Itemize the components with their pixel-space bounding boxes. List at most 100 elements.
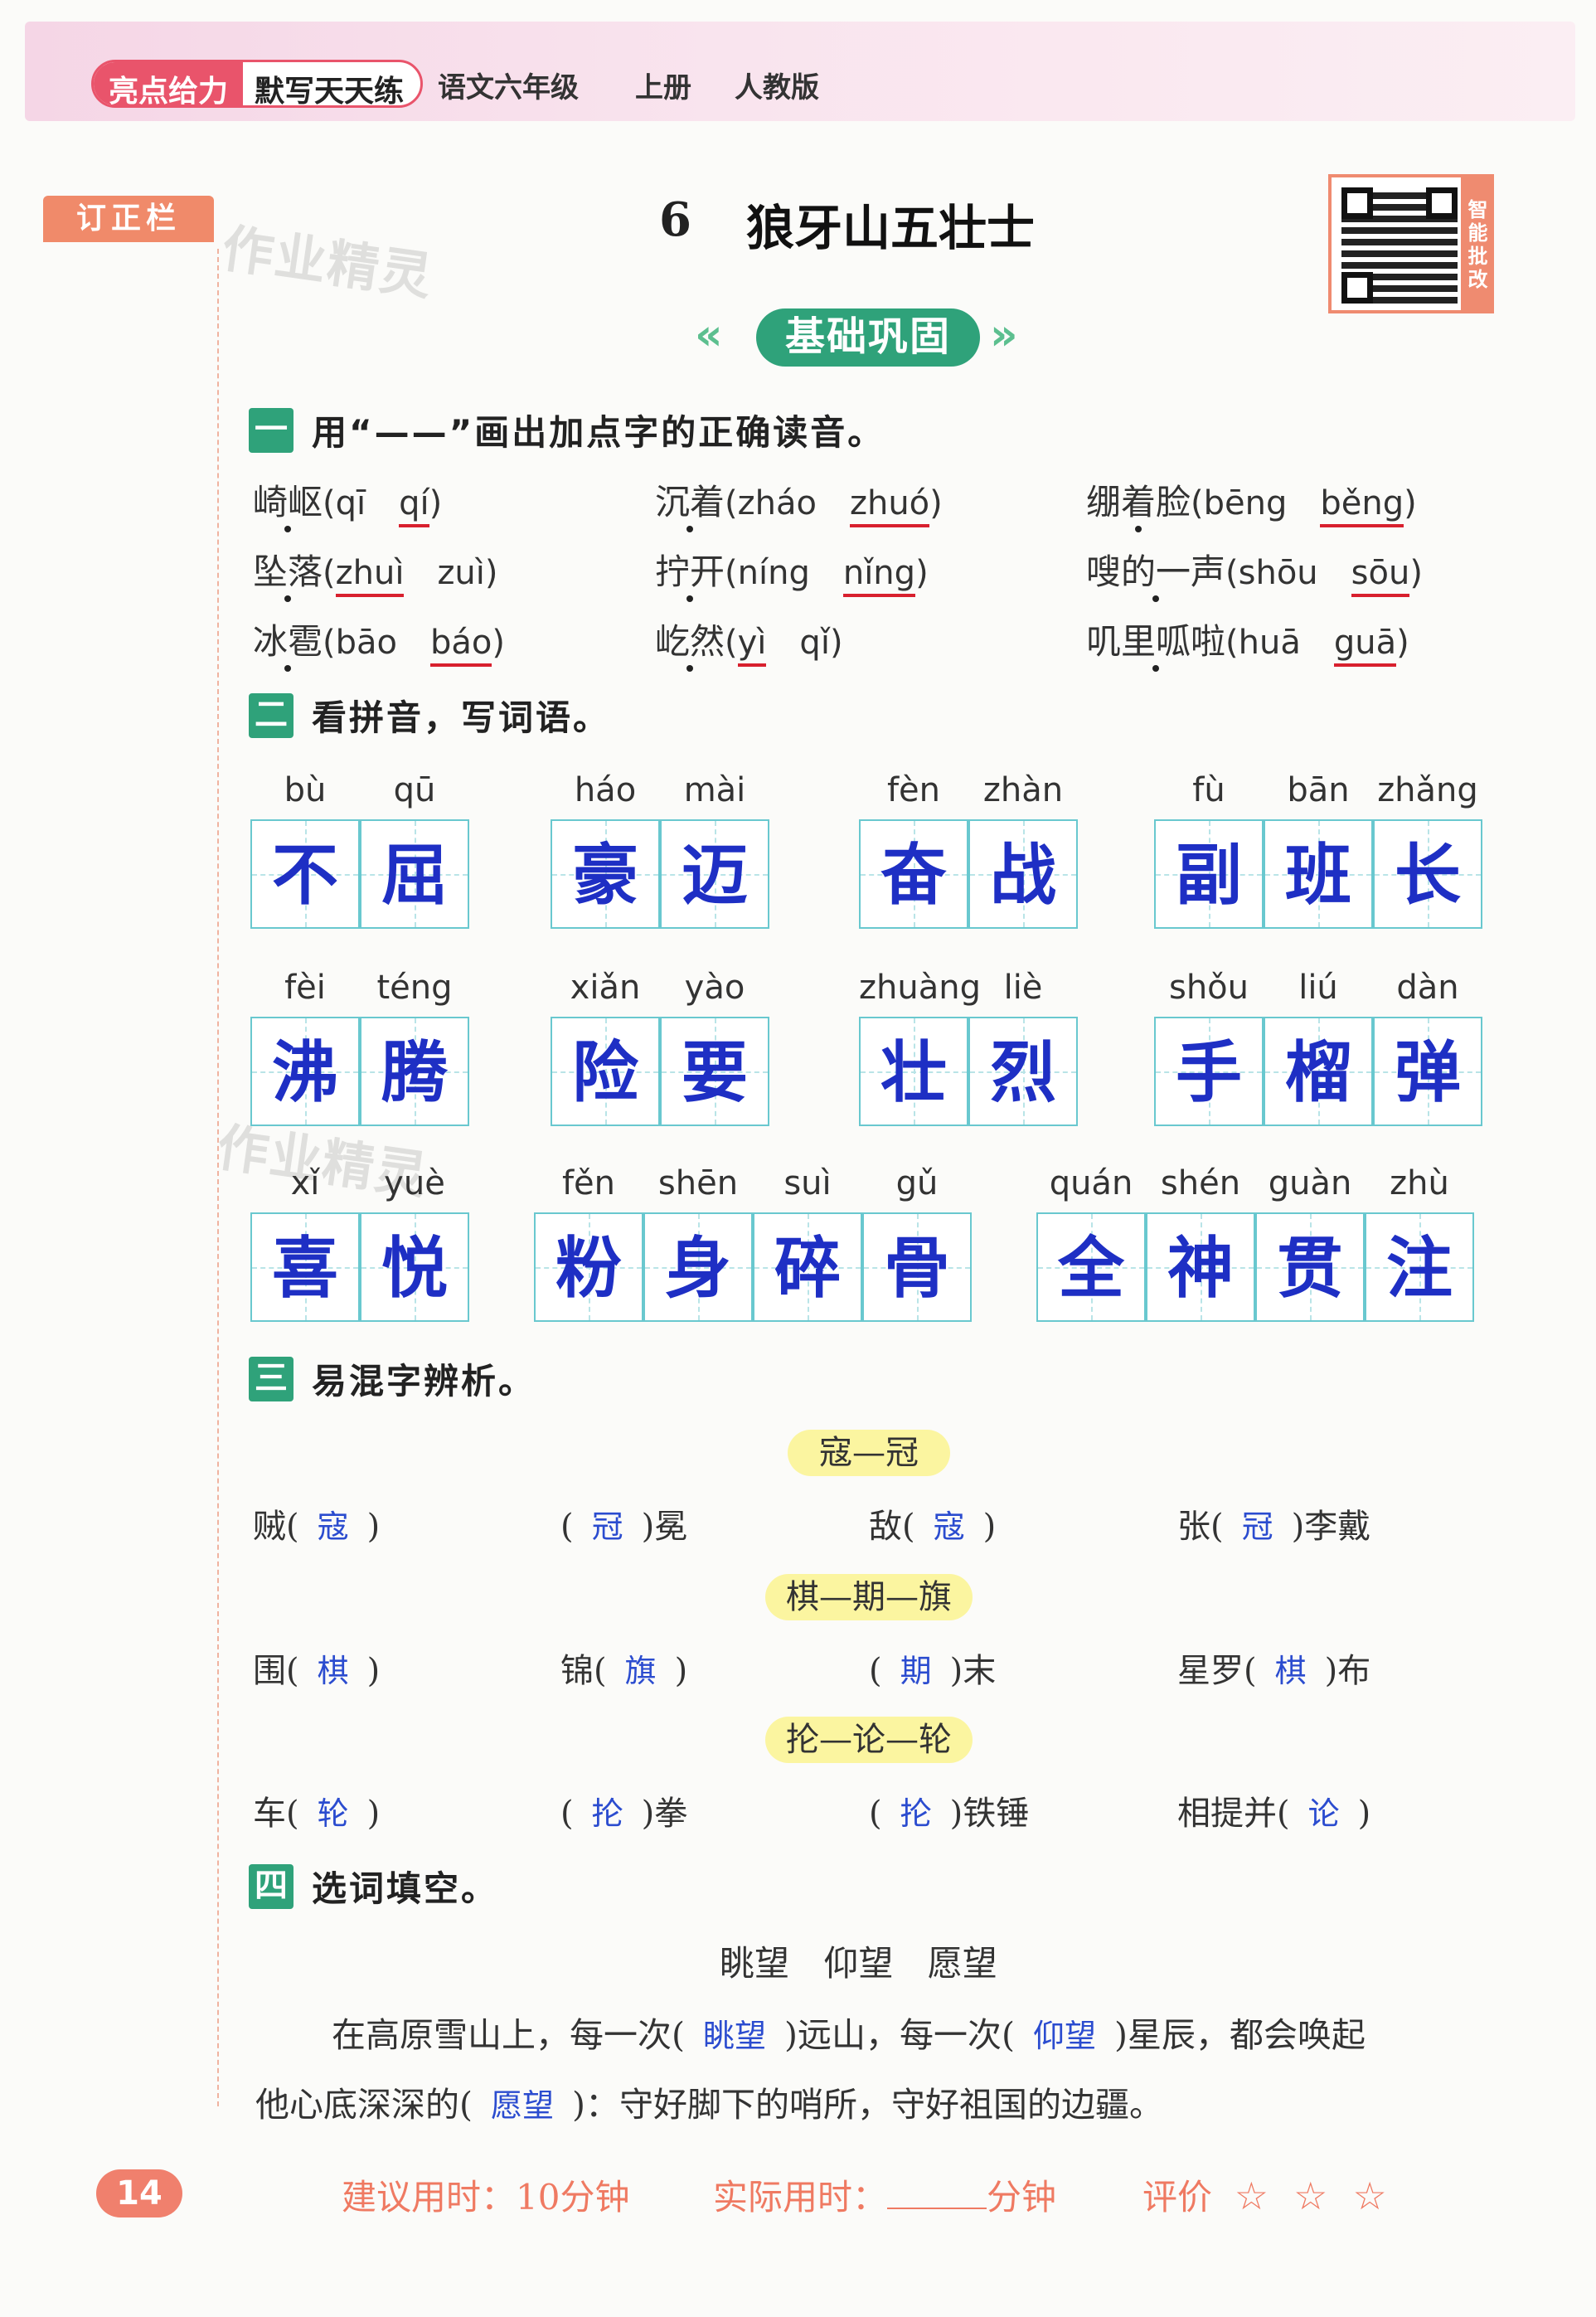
item-prefix: (	[869, 1795, 882, 1833]
writing-grid-cell[interactable]: 班	[1264, 819, 1373, 929]
question-badge: 三	[249, 1356, 293, 1401]
pinyin-option[interactable]: zhuì	[335, 554, 405, 597]
writing-grid-cell[interactable]: 骨	[862, 1212, 972, 1322]
paren: (	[725, 554, 738, 592]
pinyin-label: yào	[684, 969, 745, 1007]
writing-grid-cell[interactable]: 险	[551, 1017, 660, 1126]
writing-grid-cell[interactable]: 喜	[250, 1212, 360, 1322]
pinyin-option[interactable]: shōu	[1239, 554, 1318, 592]
answer-text[interactable]: 期	[900, 1653, 932, 1689]
word-text: 坠落	[253, 551, 323, 592]
header-edition: 人教版	[735, 71, 819, 104]
writing-grid-cell[interactable]: 壮	[859, 1017, 968, 1126]
writing-grid-cell[interactable]: 腾	[360, 1017, 469, 1126]
writing-grid-cell[interactable]: 榴	[1264, 1017, 1373, 1126]
item-suffix: )末	[949, 1652, 997, 1690]
pinyin-option[interactable]: bāo	[336, 624, 397, 662]
handwritten-character: 骨	[884, 1229, 950, 1307]
item-prefix: (	[869, 1652, 882, 1690]
pinyin-option[interactable]: běng	[1320, 484, 1404, 527]
answer-text[interactable]: 寇	[318, 1508, 349, 1545]
answer-text[interactable]: 抡	[592, 1795, 623, 1832]
writing-grid-cell[interactable]: 不	[250, 819, 360, 929]
item-suffix: )冕	[641, 1508, 688, 1546]
word-text: 绷着脸	[1086, 482, 1191, 522]
answer-text[interactable]: 冠	[592, 1508, 623, 1545]
watermark: 作业精灵	[218, 217, 438, 308]
pinyin-option[interactable]: sōu	[1351, 554, 1410, 597]
pinyin-option[interactable]: bēng	[1204, 484, 1288, 522]
writing-grid-cell[interactable]: 碎	[753, 1212, 862, 1322]
writing-grid-cell[interactable]: 奋	[859, 819, 968, 929]
writing-grid-cell[interactable]: 长	[1373, 819, 1482, 929]
fill-blank-item: ( 期 )末	[869, 1644, 996, 1692]
paren: (	[323, 484, 336, 522]
writing-grid-cell[interactable]: 全	[1036, 1212, 1146, 1322]
pinyin-option[interactable]: qī	[336, 484, 366, 522]
qr-code-panel[interactable]: 智能批改	[1328, 174, 1494, 313]
lesson-title: 狼牙山五壮士	[746, 200, 1036, 256]
pinyin-option[interactable]: guā	[1333, 624, 1397, 667]
writing-grid-cell[interactable]: 身	[643, 1212, 753, 1322]
fill-sentence-line-2: 他心底深深的(愿望)：守好脚下的哨所，守好祖国的边疆。	[255, 2077, 1163, 2126]
pinyin-label: fù	[1192, 771, 1225, 809]
pinyin-option[interactable]: yì	[737, 624, 767, 667]
actual-time-unit: 分钟	[987, 2177, 1057, 2217]
handwritten-character: 壮	[880, 1033, 947, 1111]
pinyin-option[interactable]: huā	[1239, 624, 1301, 662]
writing-grid-cell[interactable]: 战	[968, 819, 1078, 929]
answer-text[interactable]: 寇	[934, 1508, 965, 1545]
actual-time-blank[interactable]	[887, 2208, 987, 2209]
writing-grid-cell[interactable]: 屈	[360, 819, 469, 929]
writing-grid-cell[interactable]: 弹	[1373, 1017, 1482, 1126]
pinyin-option[interactable]: qǐ	[799, 624, 830, 662]
handwritten-character: 屈	[381, 836, 448, 914]
writing-grid-cell[interactable]: 迈	[660, 819, 769, 929]
writing-grid-cell[interactable]: 贯	[1255, 1212, 1365, 1322]
pinyin-choice-item: 嗖的一声(shōu sōu)	[1086, 544, 1423, 597]
item-suffix: )	[674, 1652, 688, 1690]
writing-grid-cell[interactable]: 粉	[534, 1212, 643, 1322]
writing-grid-cell[interactable]: 烈	[968, 1017, 1078, 1126]
writing-grid-cell[interactable]: 注	[1365, 1212, 1474, 1322]
rating-label: 评价	[1142, 2177, 1213, 2217]
answer-text[interactable]: 冠	[1242, 1508, 1273, 1545]
star-icon[interactable]: ☆	[1350, 2176, 1390, 2216]
writing-grid-cell[interactable]: 副	[1154, 819, 1264, 929]
pinyin-option[interactable]: zháo	[738, 484, 817, 522]
handwritten-character: 豪	[572, 836, 638, 914]
word-text: 冰雹	[253, 621, 323, 662]
item-suffix: )	[366, 1795, 381, 1833]
fill-blank-item: (抡)拳	[560, 1786, 687, 1834]
writing-grid-cell[interactable]: 手	[1154, 1017, 1264, 1126]
pinyin-label: fèi	[284, 969, 326, 1007]
writing-grid-cell[interactable]: 豪	[551, 819, 660, 929]
item-prefix: 敌(	[869, 1508, 915, 1546]
star-icon[interactable]: ☆	[1231, 2176, 1271, 2216]
pinyin-option[interactable]: nǐng	[842, 554, 916, 597]
writing-grid-cell[interactable]: 沸	[250, 1017, 360, 1126]
answer-text[interactable]: 棋	[318, 1653, 349, 1689]
pinyin-option[interactable]: zhuó	[849, 484, 930, 527]
answer-text[interactable]: 棋	[1275, 1653, 1307, 1689]
pinyin-option[interactable]: zuì	[437, 554, 484, 592]
pinyin-option[interactable]: báo	[430, 624, 492, 667]
answer-text[interactable]: 抡	[900, 1795, 932, 1832]
writing-grid-cell[interactable]: 要	[660, 1017, 769, 1126]
answer-text[interactable]: 旗	[625, 1653, 657, 1689]
paren: )	[929, 484, 943, 522]
paren: )	[492, 624, 505, 662]
star-icon[interactable]: ☆	[1291, 2176, 1331, 2216]
pinyin-option[interactable]: qí	[399, 484, 429, 527]
paren: (	[1191, 484, 1204, 522]
pinyin-label: háo	[574, 771, 637, 809]
answer-text[interactable]: 论	[1308, 1795, 1340, 1832]
item-prefix: 张(	[1177, 1508, 1224, 1546]
writing-grid-cell[interactable]: 悦	[360, 1212, 469, 1322]
writing-grid-cell[interactable]: 神	[1146, 1212, 1255, 1322]
pinyin-option[interactable]: níng	[738, 554, 810, 592]
paren: (	[1225, 624, 1239, 662]
paren: (	[323, 624, 336, 662]
answer-text[interactable]: 轮	[318, 1795, 349, 1832]
item-prefix: 锦(	[560, 1652, 607, 1690]
